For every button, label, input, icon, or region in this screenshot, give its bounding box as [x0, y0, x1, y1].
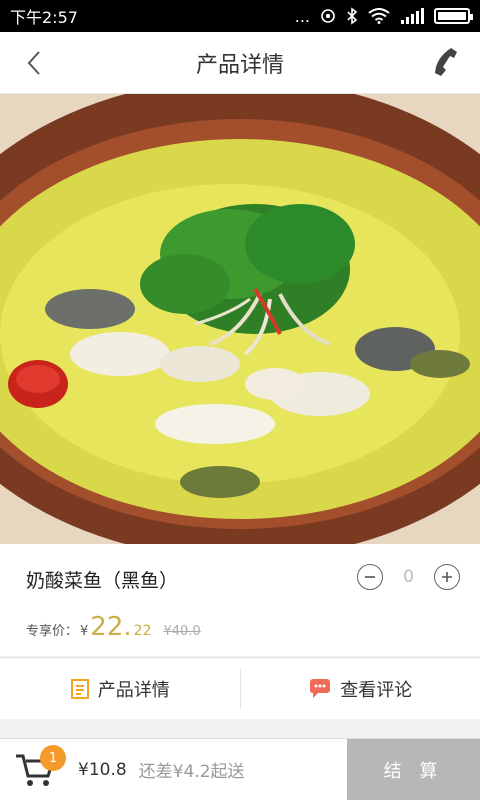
status-indicators: ... — [294, 6, 473, 26]
status-time: 下午2:57 — [10, 8, 78, 27]
document-icon — [70, 678, 89, 699]
tab-reviews[interactable]: 查看评论 — [241, 658, 480, 719]
price-row: 专享价： ¥ 22. 22 ¥40.0 — [26, 612, 201, 642]
plus-icon — [442, 572, 452, 582]
quantity-value: 0 — [403, 567, 414, 587]
chevron-left-icon — [27, 51, 40, 75]
nav-bar: 产品详情 — [0, 32, 480, 94]
status-bar: 下午2:57 ... — [0, 0, 480, 32]
call-button[interactable] — [428, 44, 462, 80]
original-price: ¥40.0 — [163, 624, 201, 639]
checkout-button[interactable]: 结 算 — [347, 739, 480, 800]
cart-badge: 1 — [40, 745, 66, 771]
detail-tabs: 产品详情 查看评论 — [0, 657, 480, 719]
alarm-icon — [321, 9, 335, 23]
tab-reviews-label: 查看评论 — [340, 679, 413, 701]
page-title: 产品详情 — [195, 52, 284, 78]
cart-total: ¥10.8 — [78, 759, 127, 780]
phone-icon — [435, 48, 457, 76]
product-name: 奶酸菜鱼（黑鱼） — [26, 570, 179, 592]
quantity-stepper: 0 — [357, 564, 460, 590]
decrease-button[interactable] — [357, 564, 384, 590]
price-currency: ¥ — [80, 624, 89, 639]
tab-product-details[interactable]: 产品详情 — [0, 658, 240, 719]
back-button[interactable] — [18, 46, 52, 80]
price-decimal: 22 — [133, 623, 152, 639]
wifi-icon — [368, 8, 390, 24]
increase-button[interactable] — [434, 564, 460, 590]
chat-icon — [310, 678, 331, 698]
price-label: 专享价： — [26, 624, 79, 639]
product-info: 奶酸菜鱼（黑鱼） 0 专享价： ¥ 22. 22 ¥40.0 — [0, 544, 480, 656]
cart-bar: ¥10.8 还差¥4.2起送 结 算 — [0, 738, 480, 800]
tab-product-details-label: 产品详情 — [97, 679, 170, 701]
min-order-note: 还差¥4.2起送 — [138, 762, 245, 782]
minus-icon — [365, 576, 376, 578]
product-image — [0, 94, 480, 544]
bluetooth-icon — [347, 7, 358, 25]
battery-icon — [434, 8, 473, 24]
signal-icon — [401, 8, 424, 24]
more-dots: ... — [294, 6, 310, 26]
price-integer: 22. — [90, 612, 132, 642]
